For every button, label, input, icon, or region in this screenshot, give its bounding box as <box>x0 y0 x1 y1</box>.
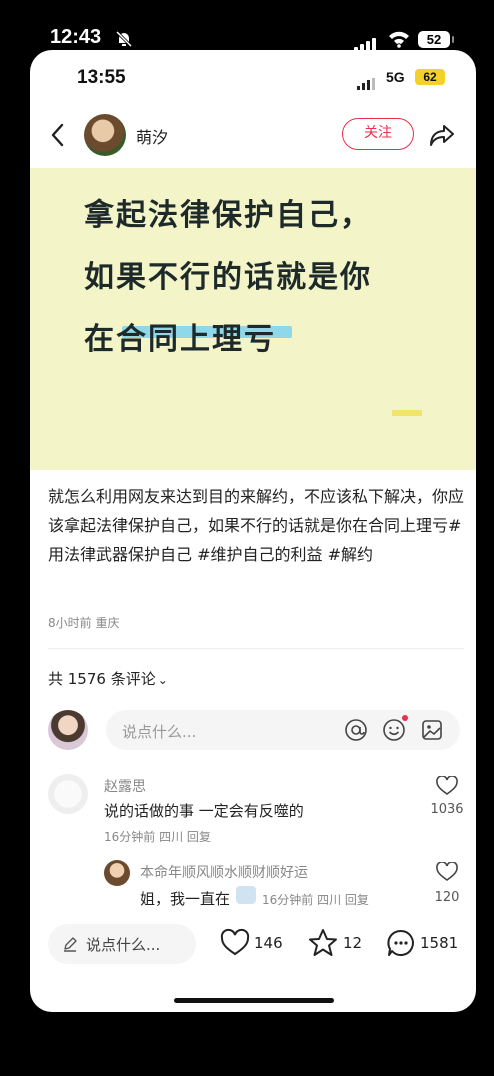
decorative-dash <box>392 410 422 416</box>
emoji-sticker <box>236 886 256 904</box>
home-indicator[interactable] <box>174 998 334 1003</box>
inner-battery: 62 <box>415 69 445 85</box>
author-avatar[interactable] <box>84 114 126 156</box>
image-icon[interactable] <box>420 718 444 742</box>
bottom-action-bar: 说点什么... 146 12 1581 <box>30 920 476 980</box>
hero-line-3: 在合同上理亏 <box>84 322 276 357</box>
divider <box>48 648 464 649</box>
inner-clock: 13:55 <box>77 67 126 88</box>
comment-meta[interactable]: 16分钟前 四川 回复 <box>262 891 369 908</box>
comment-bubble-icon[interactable] <box>386 928 416 958</box>
commenter-avatar[interactable] <box>104 860 130 886</box>
comment-count[interactable]: 共 1576 条评论 ⌄ <box>48 668 168 689</box>
bell-muted-icon <box>115 30 133 48</box>
outer-clock: 12:43 <box>50 26 102 48</box>
author-name[interactable]: 萌汐 <box>136 124 168 148</box>
outer-status-bar: 12:43 52 <box>0 0 494 52</box>
star-icon[interactable] <box>308 928 338 958</box>
top-nav: 萌汐 关注 <box>30 108 476 162</box>
heart-icon[interactable] <box>436 776 458 796</box>
comment-input-placeholder: 说点什么... <box>122 723 197 741</box>
at-mention-icon[interactable] <box>344 718 368 742</box>
post-image[interactable]: 拿起法律保护自己， 如果不行的话就是你 在合同上理亏 <box>30 168 476 470</box>
comment-meta[interactable]: 16分钟前 四川 回复 <box>104 828 211 845</box>
commenter-name[interactable]: 赵露思 <box>104 776 146 796</box>
like-total: 146 <box>254 934 283 952</box>
inner-signal-icon <box>357 71 377 90</box>
like-heart-icon[interactable] <box>220 928 250 958</box>
comment-total: 1581 <box>420 934 459 952</box>
inner-status-bar: 13:55 5G 62 <box>30 50 476 100</box>
comment-text: 说的话做的事 一定会有反噬的 <box>104 802 304 820</box>
like-count: 1036 <box>430 802 464 817</box>
pen-icon <box>64 937 77 952</box>
star-total: 12 <box>343 934 363 952</box>
hero-line-2: 如果不行的话就是你 <box>84 260 372 295</box>
bottom-comment-input[interactable]: 说点什么... <box>48 924 196 964</box>
share-icon[interactable] <box>428 122 456 148</box>
post-meta: 8小时前 重庆 <box>48 616 120 630</box>
commenter-avatar[interactable] <box>48 774 88 814</box>
network-label: 5G <box>386 69 405 85</box>
commenter-name[interactable]: 本命年顺风顺水顺财顺好运 <box>140 862 308 882</box>
post-description: 就怎么利用网友来达到目的来解约，不应该私下解决，你应该拿起法律保护自己，如果不行… <box>48 487 465 564</box>
like-count: 120 <box>434 890 460 905</box>
bottom-input-placeholder: 说点什么... <box>86 936 161 954</box>
app-screenshot: 13:55 5G 62 萌汐 关注 拿起法律保护自己， 如果不行的话就是你 在合… <box>30 50 476 1012</box>
chevron-down-icon: ⌄ <box>157 673 168 687</box>
heart-icon[interactable] <box>436 862 458 882</box>
hero-line-1: 拿起法律保护自己， <box>84 198 372 233</box>
emoji-icon[interactable] <box>382 718 406 742</box>
notification-dot <box>402 715 408 721</box>
outer-battery: 52 <box>418 31 454 48</box>
back-arrow-icon[interactable] <box>48 122 68 148</box>
my-avatar <box>48 710 88 750</box>
follow-button[interactable]: 关注 <box>342 118 414 150</box>
comment-text: 姐，我一直在 <box>140 890 231 908</box>
wifi-icon <box>389 31 409 48</box>
comment-input[interactable]: 说点什么... <box>106 710 460 750</box>
comment-count-label: 共 1576 条评论 <box>48 670 156 688</box>
